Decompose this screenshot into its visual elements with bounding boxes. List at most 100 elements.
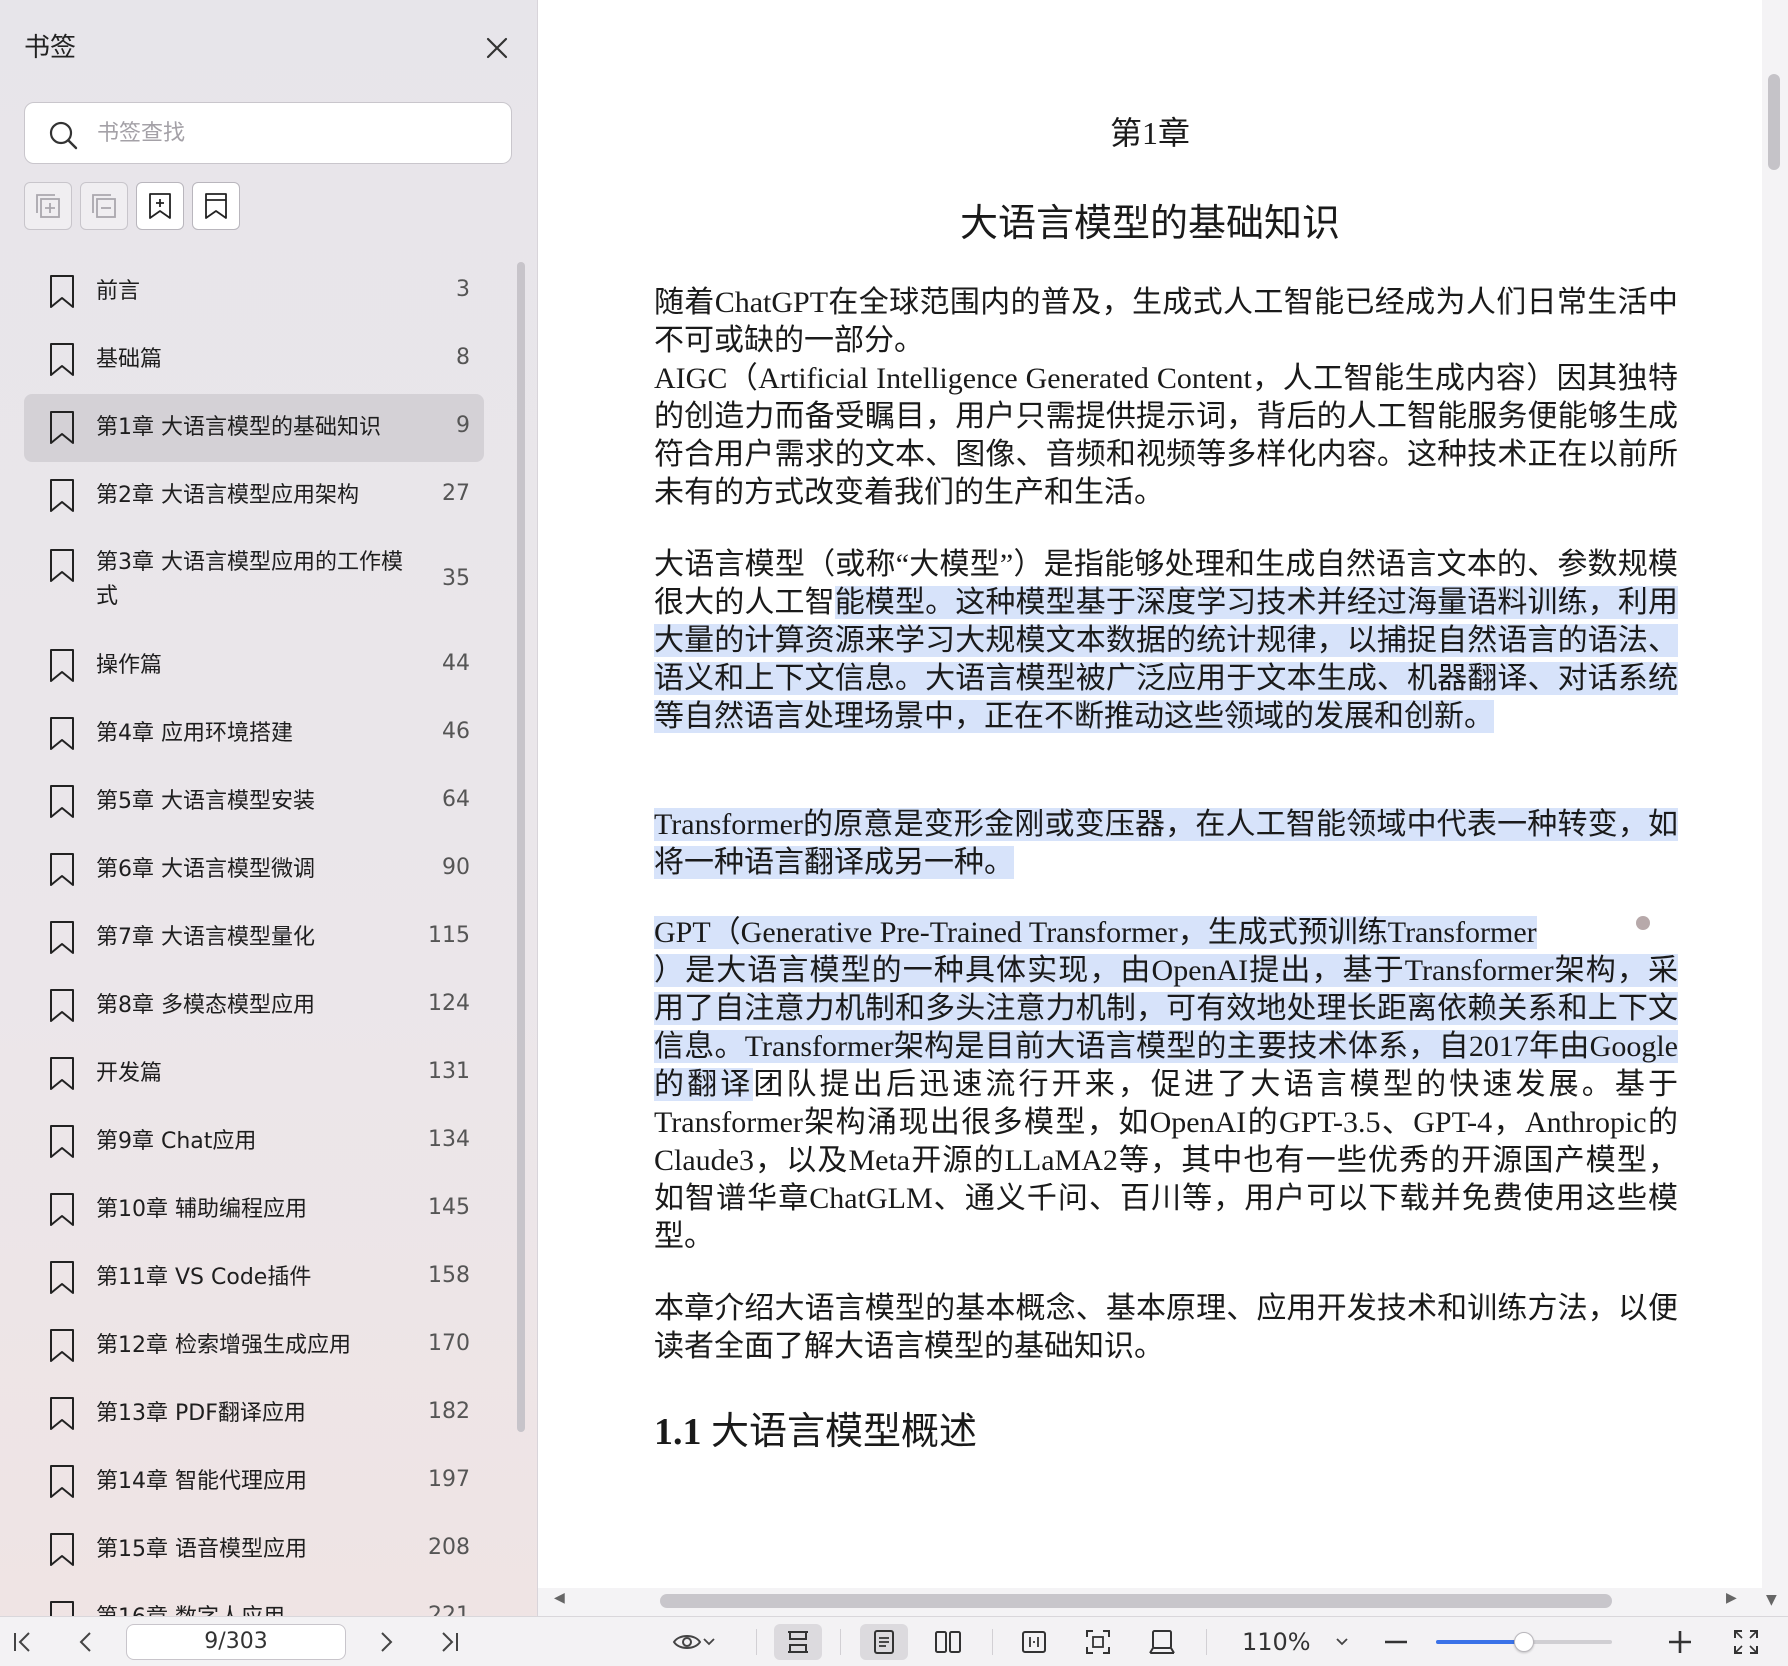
zoom-dropdown-button[interactable]	[1324, 1624, 1360, 1660]
bookmark-page-number: 124	[428, 991, 470, 1016]
paragraph: 本章介绍大语言模型的基本概念、基本原理、应用开发技术和训练方法，以便读者全面了解…	[654, 1290, 1678, 1366]
highlighted-text[interactable]: Transformer的原意是变形金刚或变压器，在人工智能领域中代表一种转变，如…	[654, 808, 1678, 879]
bookmark-label: 操作篇	[96, 653, 163, 678]
bookmark-search-box[interactable]	[24, 102, 512, 164]
section-number: 1.1	[654, 1411, 702, 1453]
bookmark-tools	[24, 182, 240, 230]
scroll-left-icon[interactable]: ◀	[554, 1590, 565, 1606]
bookmark-item[interactable]: 第14章 智能代理应用 197	[24, 1448, 484, 1516]
bookmark-label: 第13章 PDF翻译应用	[96, 1401, 306, 1426]
bookmark-item[interactable]: 第5章 大语言模型安装 64	[24, 768, 484, 836]
bookmark-item[interactable]: 前言 3	[24, 258, 484, 326]
plus-icon	[1669, 1631, 1691, 1653]
zoom-out-button[interactable]	[1378, 1624, 1414, 1660]
paragraph: 随着ChatGPT在全球范围内的普及，生成式人工智能已经成为人们日常生活中不可或…	[654, 284, 1678, 512]
bookmark-page-number: 3	[456, 277, 470, 302]
page-number-input[interactable]: 9/303	[126, 1624, 346, 1660]
bookmark-label: 第9章 Chat应用	[96, 1129, 257, 1154]
bookmark-item[interactable]: 第1章 大语言模型的基础知识 9	[24, 394, 484, 462]
view-mode-dropdown[interactable]	[664, 1624, 724, 1660]
last-page-button[interactable]	[432, 1624, 468, 1660]
bookmark-icon	[48, 1260, 76, 1296]
close-icon[interactable]	[481, 32, 513, 64]
single-page-button[interactable]	[860, 1624, 908, 1660]
bookmark-label: 第7章 大语言模型量化	[96, 925, 315, 950]
scroll-down-icon[interactable]: ▼	[1766, 1592, 1777, 1608]
first-page-button[interactable]	[4, 1624, 40, 1660]
zoom-level[interactable]: 110%	[1242, 1625, 1312, 1659]
bookmark-item[interactable]: 第11章 VS Code插件 158	[24, 1244, 484, 1312]
bookmark-item[interactable]: 第3章 大语言模型应用的工作模式 35	[24, 530, 484, 632]
zoom-in-button[interactable]	[1662, 1624, 1698, 1660]
fit-page-button[interactable]	[1080, 1624, 1116, 1660]
next-page-button[interactable]	[368, 1624, 404, 1660]
bookmark-sidebar: 书签 书签查找 前言 3 基础篇 8 第1章 大语言模型的基础知识 9 第2章 …	[0, 0, 538, 1616]
bookmark-button[interactable]	[192, 182, 240, 230]
chapter-title: 大语言模型的基础知识	[959, 203, 1340, 245]
bookmark-item[interactable]: 基础篇 8	[24, 326, 484, 394]
bookmark-icon	[48, 784, 76, 820]
bookmark-item[interactable]: 第13章 PDF翻译应用 182	[24, 1380, 484, 1448]
bookmark-icon	[48, 988, 76, 1024]
continuous-scroll-button[interactable]	[774, 1624, 822, 1660]
bookmark-item[interactable]: 第10章 辅助编程应用 145	[24, 1176, 484, 1244]
bookmark-search-input[interactable]	[97, 113, 497, 153]
bookmark-icon	[48, 274, 76, 310]
fullscreen-button[interactable]	[1728, 1624, 1764, 1660]
horizontal-scrollbar-thumb[interactable]	[660, 1594, 1612, 1608]
bookmark-page-number: 44	[442, 651, 470, 676]
expand-all-button[interactable]	[24, 182, 72, 230]
bookmark-item[interactable]: 第7章 大语言模型量化 115	[24, 904, 484, 972]
annotation-marker-icon[interactable]	[1636, 916, 1650, 930]
collapse-all-button[interactable]	[80, 182, 128, 230]
first-page-icon	[14, 1632, 30, 1652]
add-bookmark-button[interactable]	[136, 182, 184, 230]
bookmark-label: 第12章 检索增强生成应用	[96, 1333, 351, 1358]
two-page-icon	[935, 1631, 961, 1653]
bookmark-label: 第8章 多模态模型应用	[96, 993, 315, 1018]
two-page-button[interactable]	[930, 1624, 966, 1660]
bookmark-item[interactable]: 第8章 多模态模型应用 124	[24, 972, 484, 1040]
bookmark-icon	[48, 1600, 76, 1616]
bookmark-item[interactable]: 第6章 大语言模型微调 90	[24, 836, 484, 904]
bookmark-label: 第16章 数字人应用	[96, 1601, 416, 1616]
fullscreen-icon	[1734, 1630, 1758, 1654]
bookmark-item[interactable]: 开发篇 131	[24, 1040, 484, 1108]
fit-width-icon	[1022, 1631, 1046, 1653]
add-bookmark-icon	[149, 193, 171, 219]
scroll-right-icon[interactable]: ▶	[1726, 1590, 1737, 1606]
bookmark-item[interactable]: 操作篇 44	[24, 632, 484, 700]
bookmark-icon	[48, 1328, 76, 1364]
bookmark-label: 第2章 大语言模型应用架构	[96, 483, 359, 508]
vertical-scrollbar-thumb[interactable]	[1768, 74, 1780, 170]
vertical-scrollbar-track[interactable]	[1762, 0, 1788, 1616]
continuous-scroll-icon	[788, 1631, 808, 1653]
zoom-slider-handle[interactable]	[1514, 1632, 1534, 1652]
sidebar-scrollbar[interactable]	[517, 262, 525, 1432]
previous-page-button[interactable]	[68, 1624, 104, 1660]
bookmark-item[interactable]: 第12章 检索增强生成应用 170	[24, 1312, 484, 1380]
bookmark-page-number: 131	[428, 1059, 470, 1084]
bookmark-item[interactable]: 第4章 应用环境搭建 46	[24, 700, 484, 768]
highlighted-text[interactable]: GPT（Generative Pre-Trained Transformer，生…	[654, 916, 1537, 949]
toolbar-divider	[840, 1629, 841, 1655]
bookmark-page-number: 134	[428, 1127, 470, 1152]
bookmark-label: 第3章 大语言模型应用的工作模式	[96, 550, 403, 609]
bookmark-icon	[48, 648, 76, 684]
bookmark-item[interactable]: 第9章 Chat应用 134	[24, 1108, 484, 1176]
bookmark-icon	[48, 478, 76, 514]
bookmark-icon	[48, 1056, 76, 1092]
bookmark-item[interactable]: 第2章 大语言模型应用架构 27	[24, 462, 484, 530]
paragraph-text: 本章介绍大语言模型的基本概念、基本原理、应用开发技术和训练方法，以便读者全面了解…	[654, 1292, 1678, 1363]
fit-width-button[interactable]	[1016, 1624, 1052, 1660]
paragraph-text: 随着ChatGPT在全球范围内的普及，生成式人工智能已经成为人们日常生活中不可或…	[654, 286, 1678, 357]
bookmark-page-number: 46	[442, 719, 470, 744]
zoom-slider[interactable]	[1436, 1632, 1612, 1652]
bookmark-page-number: 182	[428, 1399, 470, 1424]
bookmark-item[interactable]: 第15章 语音模型应用 208	[24, 1516, 484, 1584]
bookmark-item[interactable]: 第16章 数字人应用 221	[24, 1584, 484, 1616]
bookmark-page-number: 64	[442, 787, 470, 812]
section-heading: 1.1 大语言模型概述	[654, 1400, 977, 1455]
rotate-page-button[interactable]	[1144, 1624, 1180, 1660]
expand-all-icon	[36, 194, 60, 218]
